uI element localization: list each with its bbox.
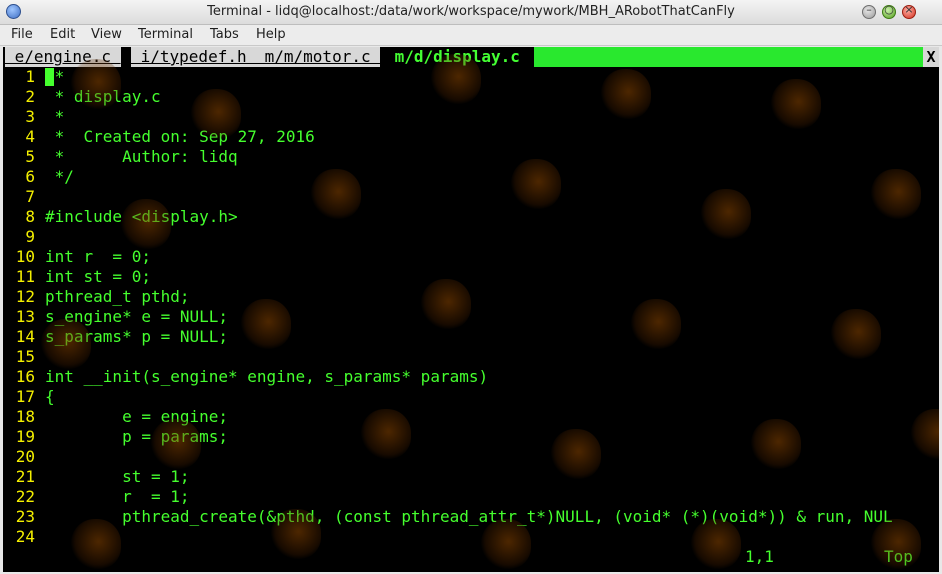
code-line[interactable]: 3 * (3, 107, 939, 127)
menu-terminal[interactable]: Terminal (138, 27, 193, 42)
code-line[interactable]: 12 pthread_t pthd; (3, 287, 939, 307)
minimize-icon: – (866, 3, 872, 16)
tab-typedef-h[interactable]: i/typedef.h (131, 47, 257, 67)
menu-file[interactable]: File (11, 27, 33, 42)
line-number: 1 (25, 67, 35, 86)
line-number: 5 (25, 147, 35, 166)
code-line[interactable]: 5 * Author: lidq (3, 147, 939, 167)
line-number: 13 (15, 307, 35, 326)
tab-display-c[interactable]: m/d/display.c (385, 47, 530, 67)
code-line[interactable]: 4 * Created on: Sep 27, 2016 (3, 127, 939, 147)
window-title: Terminal - lidq@localhost:/data/work/wor… (207, 4, 735, 19)
line-number: 6 (25, 167, 35, 186)
code-line[interactable]: 14 s_params* p = NULL; (3, 327, 939, 347)
line-number: 4 (25, 127, 35, 146)
code-line[interactable]: 10 int r = 0; (3, 247, 939, 267)
line-number: 16 (15, 367, 35, 386)
line-number: 14 (15, 327, 35, 346)
line-text: */ (45, 167, 74, 186)
maximize-icon: ○ (884, 3, 894, 16)
title-bar[interactable]: Terminal - lidq@localhost:/data/work/wor… (0, 0, 942, 25)
menu-tabs[interactable]: Tabs (210, 27, 239, 42)
code-line[interactable]: 16 int __init(s_engine* engine, s_params*… (3, 367, 939, 387)
maximize-button[interactable]: ○ (882, 3, 896, 19)
menu-edit[interactable]: Edit (50, 27, 75, 42)
tabline-fill (534, 47, 923, 67)
scroll-position: Top (884, 547, 913, 566)
code-line[interactable]: 18 e = engine; (3, 407, 939, 427)
menu-help[interactable]: Help (256, 27, 286, 42)
line-text: pthread_t pthd; (45, 287, 190, 306)
tab-engine-c[interactable]: e/engine.c (5, 47, 121, 67)
line-text: p = params; (45, 427, 229, 446)
code-line[interactable]: 22 r = 1; (3, 487, 939, 507)
line-number: 21 (15, 467, 35, 486)
line-number: 11 (15, 267, 35, 286)
code-line[interactable]: 13 s_engine* e = NULL; (3, 307, 939, 327)
code-line[interactable]: 23 pthread_create(&pthd, (const pthread_… (3, 507, 939, 527)
line-number: 2 (25, 87, 35, 106)
line-number: 23 (15, 507, 35, 526)
code-line[interactable]: 17 { (3, 387, 939, 407)
close-icon: × (904, 3, 914, 16)
line-number: 3 (25, 107, 35, 126)
cursor-position: 1,1 (745, 547, 774, 566)
line-text: #include <display.h> (45, 207, 238, 226)
line-text: * Created on: Sep 27, 2016 (45, 127, 315, 146)
line-text: s_engine* e = NULL; (45, 307, 229, 326)
line-number: 12 (15, 287, 35, 306)
line-text: int __init(s_engine* engine, s_params* p… (45, 367, 489, 386)
code-line[interactable]: 24 (3, 527, 939, 547)
line-number: 10 (15, 247, 35, 266)
line-text: pthread_create(&pthd, (const pthread_att… (45, 507, 893, 526)
line-text: r = 1; (45, 487, 190, 506)
line-text: * display.c (45, 87, 161, 106)
menu-view[interactable]: View (91, 27, 122, 42)
line-text: /* (45, 67, 65, 86)
code-line[interactable]: 11 int st = 0; (3, 267, 939, 287)
line-number: 9 (25, 227, 35, 246)
tab-motor-c[interactable]: m/m/motor.c (255, 47, 381, 67)
terminal-area[interactable]: e/engine.c i/typedef.h m/m/motor.c m/d/d… (3, 47, 939, 572)
line-text: { (45, 387, 55, 406)
line-number: 17 (15, 387, 35, 406)
line-number: 24 (15, 527, 35, 546)
line-number: 15 (15, 347, 35, 366)
code-line[interactable]: 6 */ (3, 167, 939, 187)
line-text: int st = 0; (45, 267, 151, 286)
vim-tabline: e/engine.c i/typedef.h m/m/motor.c m/d/d… (3, 47, 939, 67)
line-number: 22 (15, 487, 35, 506)
line-text: int r = 0; (45, 247, 151, 266)
code-line[interactable]: 15 (3, 347, 939, 367)
terminal-window: Terminal - lidq@localhost:/data/work/wor… (0, 0, 942, 574)
line-text: st = 1; (45, 467, 190, 486)
line-text: * (45, 107, 65, 126)
code-line[interactable]: 19 p = params; (3, 427, 939, 447)
line-number: 18 (15, 407, 35, 426)
code-line[interactable]: 9 (3, 227, 939, 247)
line-text: * Author: lidq (45, 147, 238, 166)
line-number: 8 (25, 207, 35, 226)
code-line[interactable]: 21 st = 1; (3, 467, 939, 487)
menu-bar: File Edit View Terminal Tabs Help (0, 25, 942, 46)
code-line[interactable]: 2 * display.c (3, 87, 939, 107)
close-button[interactable]: × (902, 3, 916, 19)
code-line[interactable]: 20 (3, 447, 939, 467)
code-line[interactable]: 1 /* (3, 67, 939, 87)
line-number: 20 (15, 447, 35, 466)
line-text: e = engine; (45, 407, 229, 426)
line-number: 19 (15, 427, 35, 446)
code-line[interactable]: 8 #include <display.h> (3, 207, 939, 227)
tab-close-button[interactable]: X (923, 47, 939, 67)
line-number: 7 (25, 187, 35, 206)
code-line[interactable]: 7 (3, 187, 939, 207)
minimize-button[interactable]: – (862, 3, 876, 19)
line-text: s_params* p = NULL; (45, 327, 229, 346)
